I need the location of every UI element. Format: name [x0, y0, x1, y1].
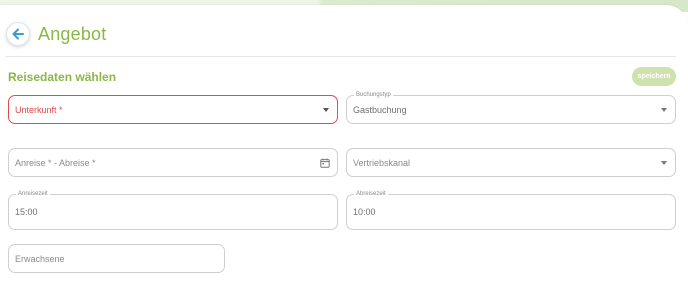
erwachsene-placeholder: Erwachsene — [15, 253, 65, 264]
anreisezeit-value: 15:00 — [15, 207, 38, 217]
vertriebskanal-placeholder: Vertriebskanal — [353, 157, 411, 168]
unterkunft-placeholder: Unterkunft * — [15, 104, 63, 115]
chevron-down-icon — [323, 107, 329, 112]
vertriebskanal-select[interactable]: Vertriebskanal — [346, 148, 676, 177]
back-button[interactable] — [6, 22, 30, 46]
anreise-abreise-placeholder: Anreise * - Abreise * — [15, 157, 96, 168]
anreisezeit-field[interactable]: Anreisezeit 15:00 — [8, 190, 338, 230]
anreise-abreise-field[interactable]: Anreise * - Abreise * — [8, 148, 338, 177]
page-title: Angebot — [38, 23, 107, 44]
unterkunft-select[interactable]: Unterkunft * — [8, 95, 338, 124]
save-button[interactable]: speichern — [632, 67, 676, 86]
abreisezeit-field[interactable]: Abreisezeit 10:00 — [346, 190, 676, 230]
anreisezeit-label: Anreisezeit — [16, 190, 50, 199]
abreisezeit-value: 10:00 — [353, 207, 376, 217]
chevron-down-icon — [661, 107, 667, 112]
buchungstyp-select[interactable]: Buchungstyp Gastbuchung — [346, 91, 676, 124]
calendar-icon[interactable] — [320, 158, 330, 168]
page-header: Angebot — [6, 17, 676, 51]
abreisezeit-label: Abreisezeit — [354, 190, 388, 199]
content-card: Angebot Reisedaten wählen speichern Unte… — [0, 5, 688, 300]
buchungstyp-value: Gastbuchung — [353, 104, 407, 115]
section-title: Reisedaten wählen — [8, 70, 117, 84]
header-divider — [6, 56, 676, 57]
erwachsene-field[interactable]: Erwachsene — [8, 244, 225, 273]
buchungstyp-label: Buchungstyp — [354, 91, 393, 100]
chevron-down-icon — [661, 160, 667, 165]
arrow-left-icon — [12, 28, 24, 40]
